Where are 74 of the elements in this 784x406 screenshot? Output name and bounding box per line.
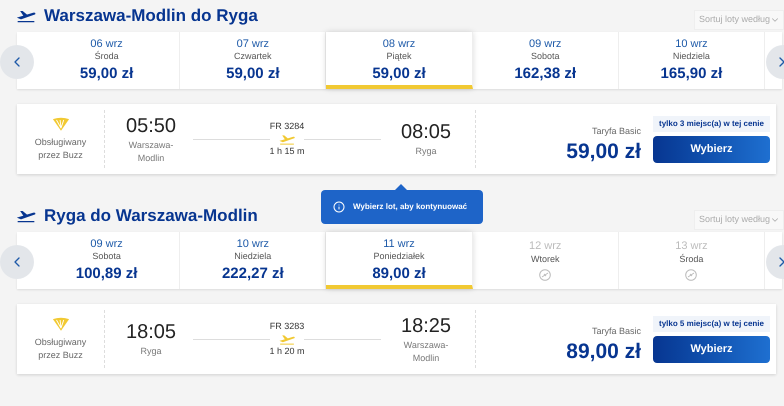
plane-icon: [278, 134, 296, 144]
weekday-label: Wtorek: [530, 254, 560, 265]
price-label: 59,00 zł: [372, 64, 426, 84]
date-tab[interactable]: 09 wrz Sobota 162,38 zł: [472, 32, 619, 89]
date-tab[interactable]: 11 wrz Poniedziałek 89,00 zł: [326, 232, 473, 289]
plane-icon: [278, 334, 296, 344]
harp-logo-icon: [52, 116, 70, 132]
info-icon: [333, 201, 345, 213]
date-label: 09 wrz: [529, 38, 562, 52]
price-label: 59,00 zł: [80, 64, 134, 84]
no-flight-icon: [539, 269, 552, 281]
date-label: 10 wrz: [675, 38, 708, 52]
tooltip-text: Wybierz lot, aby kontynuować: [353, 201, 468, 213]
weekday-label: Niedziela: [672, 51, 710, 63]
date-label: 13 wrz: [675, 240, 708, 254]
date-tab[interactable]: 06 wrz Środa 59,00 zł: [34, 32, 180, 89]
route-title: Ryga do Warszawa-Modlin: [44, 205, 258, 228]
weekday-label: Czwartek: [234, 51, 272, 63]
arrival-city: Warszawa-Modlin: [402, 338, 450, 364]
departure-city: Ryga: [139, 345, 162, 358]
no-flight-icon: [685, 269, 698, 281]
harp-logo-icon: [52, 316, 70, 332]
date-label: 07 wrz: [236, 38, 269, 52]
departure-time: 05:50: [126, 114, 176, 138]
date-tab[interactable]: 09 wrz Sobota 100,89 zł: [34, 232, 180, 289]
duration-label: 1 h 20 m: [269, 344, 305, 358]
sort-placeholder: Sortuj loty według: [699, 213, 770, 226]
date-label: 08 wrz: [382, 38, 416, 52]
select-button[interactable]: Wybierz: [653, 136, 770, 162]
date-label: 06 wrz: [90, 38, 123, 50]
fare-label: Taryfa Basic: [592, 125, 641, 138]
date-label: 10 wrz: [236, 238, 269, 252]
date-label: 12 wrz: [529, 240, 562, 254]
arrival-city: Ryga: [414, 145, 438, 158]
date-tab[interactable]: 10 wrz Niedziela 165,90 zł: [618, 32, 766, 89]
weekday-label: Sobota: [530, 51, 560, 63]
seats-notice: tylko 3 miejsc(a) w tej cenie: [653, 116, 770, 132]
plane-icon: [16, 209, 36, 223]
weekday-label: Poniedziałek: [373, 251, 425, 263]
price-label: 222,27 zł: [222, 264, 284, 284]
price-label: 59,00 zł: [226, 64, 280, 84]
date-tab[interactable]: 07 wrz Czwartek 59,00 zł: [180, 32, 326, 89]
date-tab[interactable]: 10 wrz Niedziela 222,27 zł: [180, 232, 326, 289]
operator-label: Obsługiwany przez Buzz: [34, 336, 88, 362]
weekday-label: Sobota: [92, 251, 121, 263]
seats-notice: tylko 5 miejsc(a) w tej cenie: [653, 316, 770, 332]
flight-number: FR 3284: [270, 120, 304, 133]
weekday-label: Środa: [679, 254, 704, 265]
date-label: 11 wrz: [383, 238, 415, 252]
select-button[interactable]: Wybierz: [653, 336, 770, 362]
price-label: 100,89 zł: [76, 264, 138, 284]
route-title: Warszawa-Modlin do Ryga: [44, 5, 258, 28]
departure-city: Warszawa-Modlin: [128, 138, 174, 164]
price-label: 165,90 zł: [660, 64, 722, 84]
arrival-time: 08:05: [400, 120, 452, 145]
sort-placeholder: Sortuj loty według: [699, 13, 770, 26]
price-label: 162,38 zł: [514, 64, 576, 84]
weekday-label: Niedziela: [234, 251, 272, 263]
operator-label: Obsługiwany przez Buzz: [34, 136, 88, 162]
weekday-label: Środa: [94, 51, 119, 63]
date-tab[interactable]: 08 wrz Piątek 59,00 zł: [326, 32, 473, 89]
fare-price: 59,00 zł: [566, 138, 641, 165]
fare-price: 89,00 zł: [566, 338, 641, 365]
plane-icon: [16, 9, 36, 23]
date-label: 09 wrz: [90, 238, 123, 252]
date-tab[interactable]: 12 wrz Wtorek: [472, 232, 619, 289]
fare-label: Taryfa Basic: [592, 325, 641, 338]
price-label: 89,00 zł: [372, 264, 426, 284]
flight-number: FR 3283: [270, 320, 304, 333]
date-tab[interactable]: 13 wrz Środa: [618, 232, 766, 289]
arrival-time: 18:25: [400, 314, 452, 338]
weekday-label: Piątek: [386, 51, 412, 63]
departure-time: 18:05: [126, 320, 176, 345]
duration-label: 1 h 15 m: [269, 144, 305, 158]
